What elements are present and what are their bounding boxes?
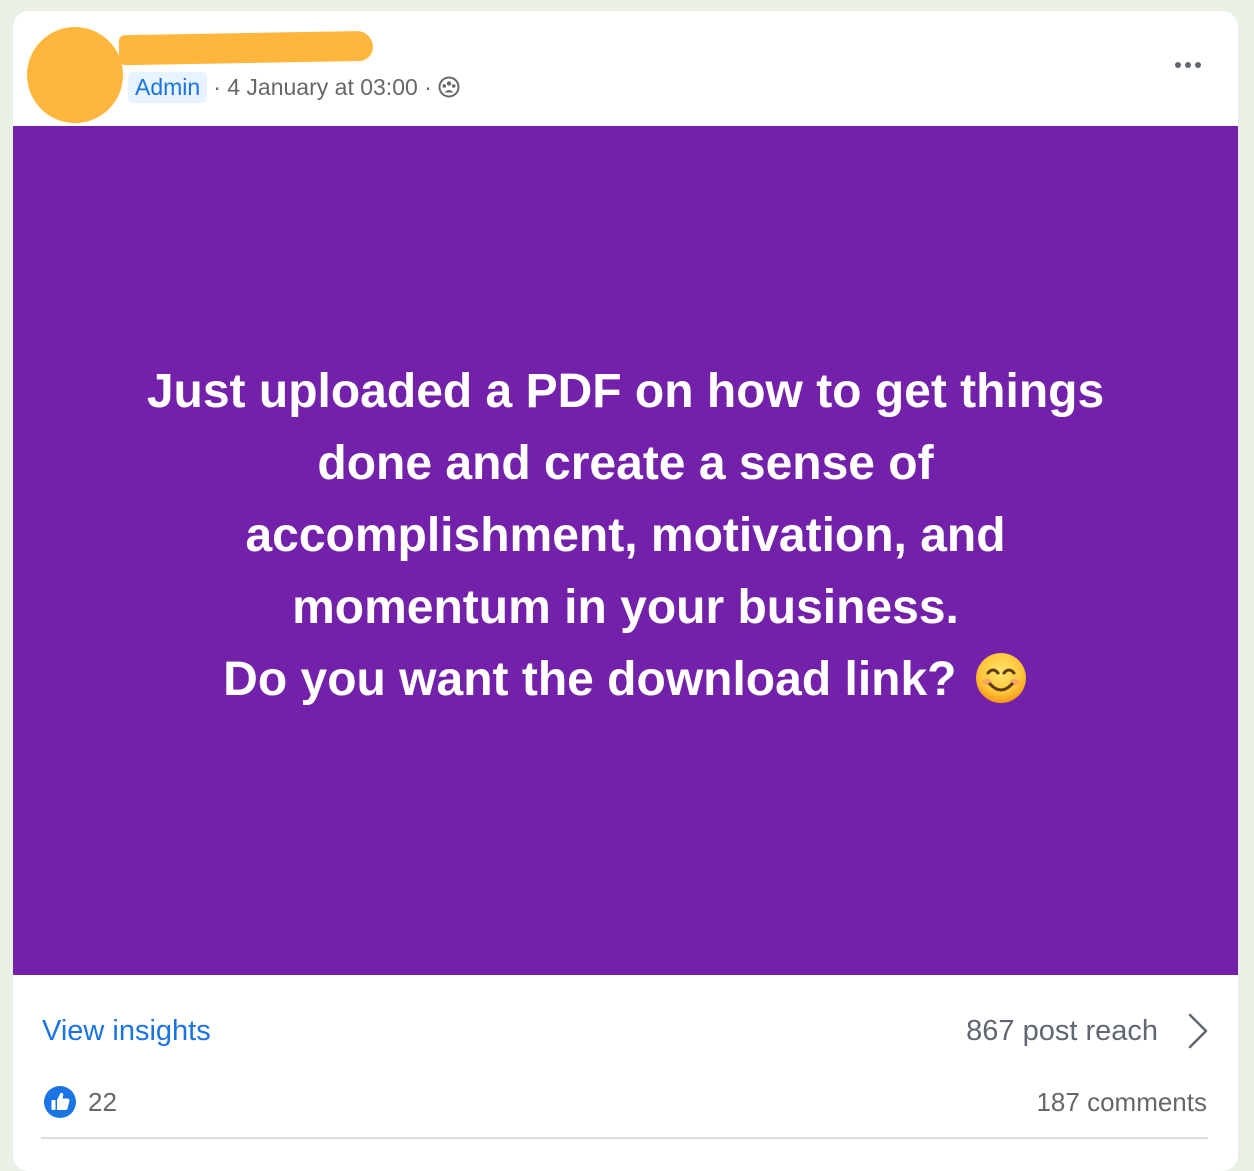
post-text-line: Just uploaded a PDF on how to get things [146, 364, 1105, 418]
insights-row[interactable]: View insights 867 post reach [13, 975, 1238, 1075]
post-text-line: accomplishment, motivation, and [245, 508, 1006, 562]
post-reach[interactable]: 867 post reach [966, 1015, 1158, 1048]
chevron-right-icon[interactable] [1186, 1011, 1210, 1051]
comments-count[interactable]: 187 comments [1036, 1087, 1207, 1118]
post-card: Admin · 4 January at 03:00 · Just upload… [13, 11, 1238, 1171]
post-text-line: done and create a sense of [317, 436, 934, 490]
view-insights-link[interactable]: View insights [42, 1015, 211, 1048]
avatar[interactable] [27, 27, 123, 123]
divider [41, 1137, 1208, 1139]
author-name-redacted[interactable] [118, 30, 374, 66]
post-header: Admin · 4 January at 03:00 · [13, 11, 1238, 126]
post-content-banner: Just uploaded a PDF on how to get things… [13, 126, 1238, 975]
reactions-row: 22 187 comments [13, 1075, 1238, 1135]
admin-badge: Admin [128, 71, 208, 103]
like-reaction-icon[interactable] [43, 1085, 77, 1119]
smiling-face-emoji [975, 652, 1026, 703]
post-text-line: momentum in your business. [292, 580, 959, 634]
post-text-last-line: Do you want the download link? [66, 644, 1186, 716]
more-options-icon[interactable] [1168, 55, 1208, 75]
like-count[interactable]: 22 [88, 1087, 117, 1118]
post-meta: Admin · 4 January at 03:00 · [128, 71, 460, 103]
post-timestamp[interactable]: · 4 January at 03:00 · [213, 74, 432, 101]
post-text: Just uploaded a PDF on how to get things… [66, 356, 1186, 716]
post-text-line: Do you want the download link? [223, 652, 957, 706]
group-icon[interactable] [438, 76, 460, 98]
